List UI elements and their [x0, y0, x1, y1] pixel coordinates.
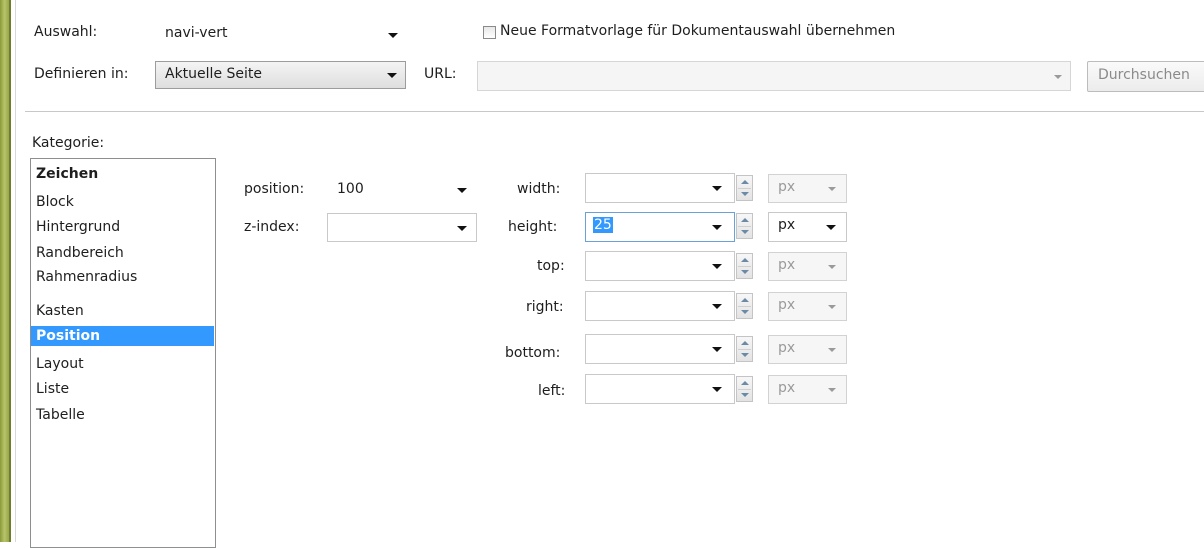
left-input[interactable] — [585, 374, 735, 404]
divider-line — [15, 0, 16, 542]
chevron-down-icon — [826, 225, 836, 230]
auswahl-select[interactable]: navi-vert — [155, 20, 405, 47]
right-unit-select[interactable]: px — [768, 292, 847, 321]
top-unit-select[interactable]: px — [768, 252, 847, 281]
kategorie-label: Kategorie: — [32, 135, 105, 151]
chevron-down-icon — [828, 265, 836, 269]
chevron-down-icon — [712, 347, 722, 352]
chevron-down-icon — [387, 73, 397, 78]
left-label: left: — [538, 383, 566, 399]
window-edge-line — [9, 0, 11, 542]
height-unit-select[interactable]: px — [768, 212, 847, 242]
right-input[interactable] — [585, 291, 735, 321]
position-select[interactable]: 100 — [327, 176, 477, 203]
list-item-layout[interactable]: Layout — [31, 354, 214, 374]
chevron-down-icon — [712, 264, 722, 269]
width-unit: px — [778, 179, 796, 195]
durchsuchen-button[interactable]: Durchsuchen — [1087, 61, 1204, 92]
right-spinner[interactable] — [736, 293, 753, 319]
chevron-down-icon — [828, 388, 836, 392]
position-value: 100 — [337, 181, 364, 197]
list-item-block[interactable]: Block — [31, 192, 214, 212]
list-item-randbereich[interactable]: Randbereich — [31, 243, 214, 263]
left-unit: px — [778, 380, 796, 396]
chevron-down-icon — [457, 188, 467, 193]
height-label: height: — [508, 219, 558, 235]
list-item-tabelle[interactable]: Tabelle — [31, 405, 214, 425]
width-spinner[interactable] — [736, 175, 753, 201]
width-unit-select[interactable]: px — [768, 174, 847, 203]
bottom-label: bottom: — [505, 345, 561, 361]
width-input[interactable] — [585, 173, 735, 203]
window-edge — [0, 0, 9, 542]
list-item-zeichen[interactable]: Zeichen — [31, 164, 214, 184]
checkbox-label: Neue Formatvorlage für Dokumentauswahl ü… — [500, 23, 896, 39]
chevron-down-icon — [388, 33, 398, 38]
chevron-down-icon — [712, 304, 722, 309]
list-item-kasten[interactable]: Kasten — [31, 301, 214, 321]
url-label: URL: — [424, 66, 457, 82]
chevron-down-icon — [828, 348, 836, 352]
height-spinner[interactable] — [736, 213, 753, 239]
list-item-hintergrund[interactable]: Hintergrund — [31, 217, 214, 237]
header-separator — [25, 111, 1204, 112]
chevron-down-icon — [712, 387, 722, 392]
top-input[interactable] — [585, 251, 735, 281]
top-label: top: — [537, 258, 565, 274]
left-spinner[interactable] — [736, 376, 753, 402]
top-spinner[interactable] — [736, 253, 753, 279]
chevron-down-icon — [828, 305, 836, 309]
checkbox-neue-formatvorlage[interactable] — [483, 26, 496, 39]
bottom-spinner[interactable] — [736, 336, 753, 362]
chevron-down-icon — [712, 186, 722, 191]
list-item-rahmenradius[interactable]: Rahmenradius — [31, 267, 214, 287]
height-value: 25 — [593, 217, 613, 233]
list-item-position[interactable]: Position — [31, 326, 214, 346]
url-input[interactable] — [477, 61, 1071, 91]
right-label: right: — [526, 299, 564, 315]
bottom-unit-select[interactable]: px — [768, 335, 847, 364]
chevron-down-icon — [1054, 75, 1062, 79]
height-input[interactable]: 25 — [585, 212, 735, 242]
chevron-down-icon — [457, 226, 467, 231]
position-label: position: — [244, 181, 305, 197]
zindex-select[interactable] — [327, 213, 477, 242]
auswahl-label: Auswahl: — [34, 24, 98, 40]
definieren-select[interactable]: Aktuelle Seite — [155, 61, 406, 89]
chevron-down-icon — [828, 187, 836, 191]
definieren-label: Definieren in: — [34, 66, 129, 82]
definieren-value: Aktuelle Seite — [165, 66, 262, 82]
zindex-label: z-index: — [244, 219, 300, 235]
kategorie-list[interactable]: Zeichen Block Hintergrund Randbereich Ra… — [30, 158, 216, 548]
bottom-unit: px — [778, 340, 796, 356]
bottom-input[interactable] — [585, 334, 735, 364]
height-unit: px — [778, 217, 796, 233]
auswahl-value: navi-vert — [165, 25, 228, 41]
list-item-liste[interactable]: Liste — [31, 379, 214, 399]
width-label: width: — [517, 181, 561, 197]
left-unit-select[interactable]: px — [768, 375, 847, 404]
chevron-down-icon — [712, 225, 722, 230]
top-unit: px — [778, 257, 796, 273]
right-unit: px — [778, 297, 796, 313]
